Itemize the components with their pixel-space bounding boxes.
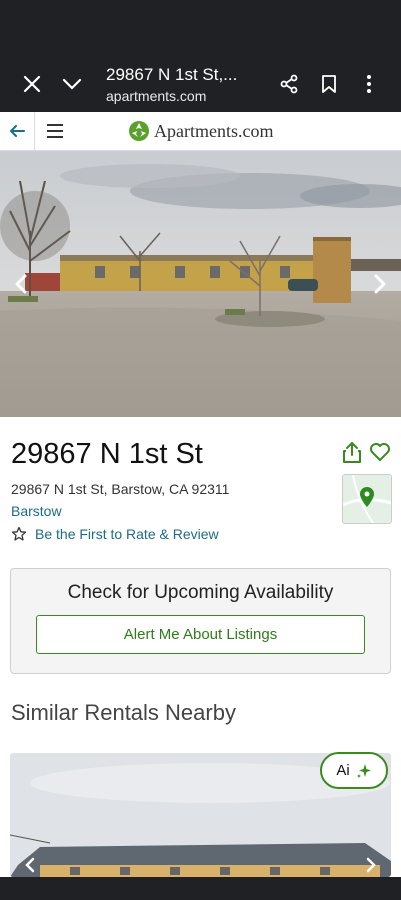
ai-assistant-button[interactable]: Ai [320,752,388,789]
page-title-area[interactable]: 29867 N 1st St,... apartments.com [106,65,269,104]
close-icon[interactable] [12,64,52,104]
property-photo[interactable] [0,151,401,417]
property-city-link[interactable]: Barstow [11,503,62,519]
photo-next-arrow[interactable] [367,271,393,297]
logo-text: Apartments.com [154,120,274,141]
property-title: 29867 N 1st St [11,438,203,470]
hamburger-icon[interactable] [35,112,75,150]
page-url: apartments.com [106,87,207,104]
property-photo-image [0,151,401,417]
photo-prev-arrow[interactable] [8,271,34,297]
chevron-down-icon[interactable] [52,64,92,104]
map-thumbnail[interactable] [342,474,392,524]
ai-button-label: Ai [336,762,350,779]
map-pin-icon [343,475,391,523]
share-icon[interactable] [341,440,363,469]
availability-heading: Check for Upcoming Availability [67,582,334,603]
bookmark-icon[interactable] [309,64,349,104]
property-address: 29867 N 1st St, Barstow, CA 92311 [11,481,230,497]
browser-toolbar: 29867 N 1st St,... apartments.com [0,56,401,112]
similar-rentals-heading: Similar Rentals Nearby [11,700,236,725]
status-bar [0,0,401,56]
page-title: 29867 N 1st St,... [106,64,238,84]
heart-outline-icon[interactable] [369,442,391,467]
availability-card: Check for Upcoming Availability Alert Me… [10,568,391,674]
site-header: Apartments.com [0,112,401,151]
similar-prev-arrow[interactable] [24,857,36,877]
apartments-logo[interactable]: Apartments.com [128,120,273,142]
rate-review-link[interactable]: Be the First to Rate & Review [11,526,219,542]
rate-review-label: Be the First to Rate & Review [35,526,219,542]
more-vert-icon[interactable] [349,64,389,104]
sparkle-icon [356,763,371,778]
star-outline-icon [11,526,27,541]
alert-me-button[interactable]: Alert Me About Listings [36,615,365,654]
back-arrow-icon[interactable] [0,112,35,150]
system-nav-bar [0,877,401,900]
similar-next-arrow[interactable] [365,857,377,877]
logo-mark-icon [129,121,149,141]
share-icon[interactable] [269,64,309,104]
